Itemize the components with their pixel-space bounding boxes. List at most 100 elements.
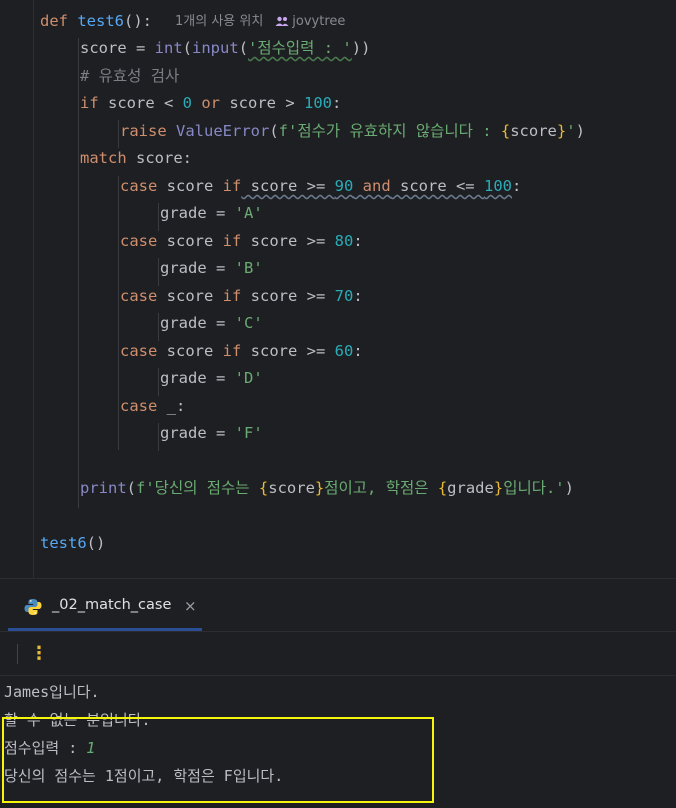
builtin-print: print [80, 479, 127, 497]
code-line-grade-f[interactable]: grade = 'F' [160, 420, 263, 447]
assign: grade = [160, 204, 235, 222]
code-line-input[interactable]: score = int(input('점수입력 : ')) [80, 35, 370, 62]
assign: grade = [160, 314, 235, 332]
keyword-case: case [120, 232, 158, 250]
expr: score [157, 177, 223, 195]
expr: score [157, 287, 223, 305]
python-icon [24, 599, 42, 615]
assign: grade = [160, 369, 235, 387]
code-line-grade-b[interactable]: grade = 'B' [160, 255, 263, 282]
usage-inlay-hint[interactable]: 1개의 사용 위치 jovytree [175, 10, 345, 29]
colon: : [511, 177, 522, 195]
number: 100 [304, 94, 333, 112]
var: score [80, 39, 127, 57]
keyword-if: if [222, 287, 242, 305]
highlight-box [2, 717, 434, 803]
string-literal: 'A' [234, 204, 263, 222]
indent-guide [158, 258, 159, 286]
code-line-match[interactable]: match score: [80, 145, 192, 172]
paren: () [86, 534, 106, 552]
code-line-grade-d[interactable]: grade = 'D' [160, 365, 263, 392]
keyword-def: def [40, 12, 68, 30]
brace: } [314, 479, 325, 497]
expr: score >= [241, 232, 335, 250]
builtin-input: input [192, 39, 239, 57]
params: (): [124, 12, 153, 30]
code-line-raise[interactable]: raise ValueError(f'점수가 유효하지 않습니다 : {scor… [120, 118, 585, 145]
expr: score >= [241, 177, 335, 195]
comment: # 유효성 검사 [80, 67, 180, 85]
run-tab-label: _02_match_case [52, 597, 172, 613]
gutter-separator [33, 0, 34, 578]
code-line-call[interactable]: test6() [40, 530, 105, 557]
code-line-case-c[interactable]: case score if score >= 70: [120, 283, 363, 310]
string-literal: 'C' [234, 314, 263, 332]
code-line-grade-a[interactable]: grade = 'A' [160, 200, 263, 227]
close-icon[interactable]: × [184, 597, 197, 615]
keyword-match: match [80, 149, 127, 167]
fstring-end: ' [566, 122, 576, 140]
expr: _: [157, 397, 186, 415]
indent-guide [118, 120, 119, 148]
fvar: grade [447, 479, 494, 497]
brace: { [258, 479, 269, 497]
expr: score >= [241, 342, 335, 360]
run-tab-bar: _02_match_case × [0, 579, 676, 631]
more-options-icon[interactable]: ⋮ [30, 644, 48, 664]
paren: ( [238, 39, 249, 57]
keyword-or: or [192, 94, 221, 112]
code-line-print[interactable]: print(f'당신의 점수는 {score}점이고, 학점은 {grade}입… [80, 475, 574, 502]
paren: ) [564, 479, 574, 497]
code-line-case-d[interactable]: case score if score >= 60: [120, 338, 363, 365]
colon: : [353, 342, 363, 360]
fstring: f'점수가 유효하지 않습니다 : [278, 122, 501, 140]
indent-guide [158, 368, 159, 396]
paren: ( [126, 479, 137, 497]
class-valueerror: ValueError [166, 122, 270, 140]
keyword-case: case [120, 342, 158, 360]
keyword-if: if [222, 232, 242, 250]
indent-guide [158, 423, 159, 451]
fstring: f'당신의 점수는 [136, 479, 259, 497]
paren: ( [269, 122, 279, 140]
builtin-int: int [154, 39, 183, 57]
number: 0 [182, 94, 193, 112]
function-name: test6 [77, 12, 125, 30]
keyword-case: case [120, 287, 158, 305]
number: 100 [483, 177, 512, 195]
keyword-case: case [120, 397, 158, 415]
expr: score <= [390, 177, 484, 195]
code-line-if[interactable]: if score < 0 or score > 100: [80, 90, 341, 117]
string-literal: '점수입력 : ' [248, 39, 352, 57]
keyword-if: if [222, 177, 242, 195]
number: 70 [334, 287, 354, 305]
code-line-case-default[interactable]: case _: [120, 393, 185, 420]
code-line-grade-c[interactable]: grade = 'C' [160, 310, 263, 337]
fvar: score [510, 122, 557, 140]
function-call: test6 [40, 534, 87, 552]
code-line-case-a[interactable]: case score if score >= 90 and score <= 1… [120, 173, 521, 200]
keyword-if: if [222, 342, 242, 360]
usages-hint[interactable]: 1개의 사용 위치 [175, 14, 263, 29]
fstring: 입니다.' [503, 479, 565, 497]
author-hint[interactable]: jovytree [292, 14, 345, 29]
code-line-comment[interactable]: # 유효성 검사 [80, 63, 179, 90]
code-line-case-b[interactable]: case score if score >= 80: [120, 228, 363, 255]
colon: : [332, 94, 342, 112]
paren: ( [182, 39, 193, 57]
expr: score [157, 232, 223, 250]
number: 60 [334, 342, 354, 360]
expr: score < [98, 94, 183, 112]
run-tab[interactable]: _02_match_case × [8, 579, 202, 631]
run-toolbar: ⋮ [0, 632, 676, 676]
users-icon [275, 16, 289, 26]
code-line-def[interactable]: def test6(): [40, 8, 152, 35]
op: = [126, 39, 155, 57]
code-editor[interactable]: def test6(): 1개의 사용 위치 jovytree score = i… [0, 0, 676, 578]
fstring: 점이고, 학점은 [324, 479, 438, 497]
indent-guide [78, 38, 79, 508]
assign: grade = [160, 259, 235, 277]
brace: } [493, 479, 504, 497]
expr: score: [126, 149, 192, 167]
colon: : [353, 287, 363, 305]
